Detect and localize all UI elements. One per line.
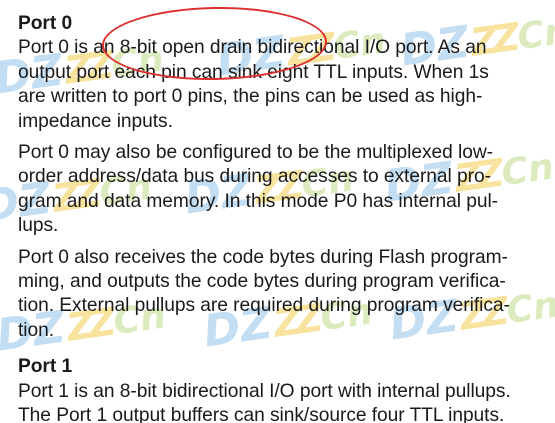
port-0-section: Port 0 Port 0 is an 8-bit open drain bid… [18, 12, 548, 343]
port-1-section: Port 1 Port 1 is an 8-bit bidirectional … [18, 355, 548, 423]
paragraph: Port 0 also receives the code bytes duri… [18, 246, 510, 341]
paragraph: Port 0 is an 8-bit open drain bidirectio… [18, 37, 489, 132]
datasheet-content: Port 0 Port 0 is an 8-bit open drain bid… [18, 12, 548, 423]
section-heading: Port 0 [18, 13, 73, 34]
paragraph: Port 0 may also be configured to be the … [18, 142, 499, 237]
paragraph: Port 1 is an 8-bit bidirectional I/O por… [18, 380, 511, 423]
section-heading: Port 1 [18, 356, 73, 378]
document-page: DZZZCn DZZZCn DZZZCn DZZZCn DZZZCn DZZZC… [0, 0, 555, 423]
